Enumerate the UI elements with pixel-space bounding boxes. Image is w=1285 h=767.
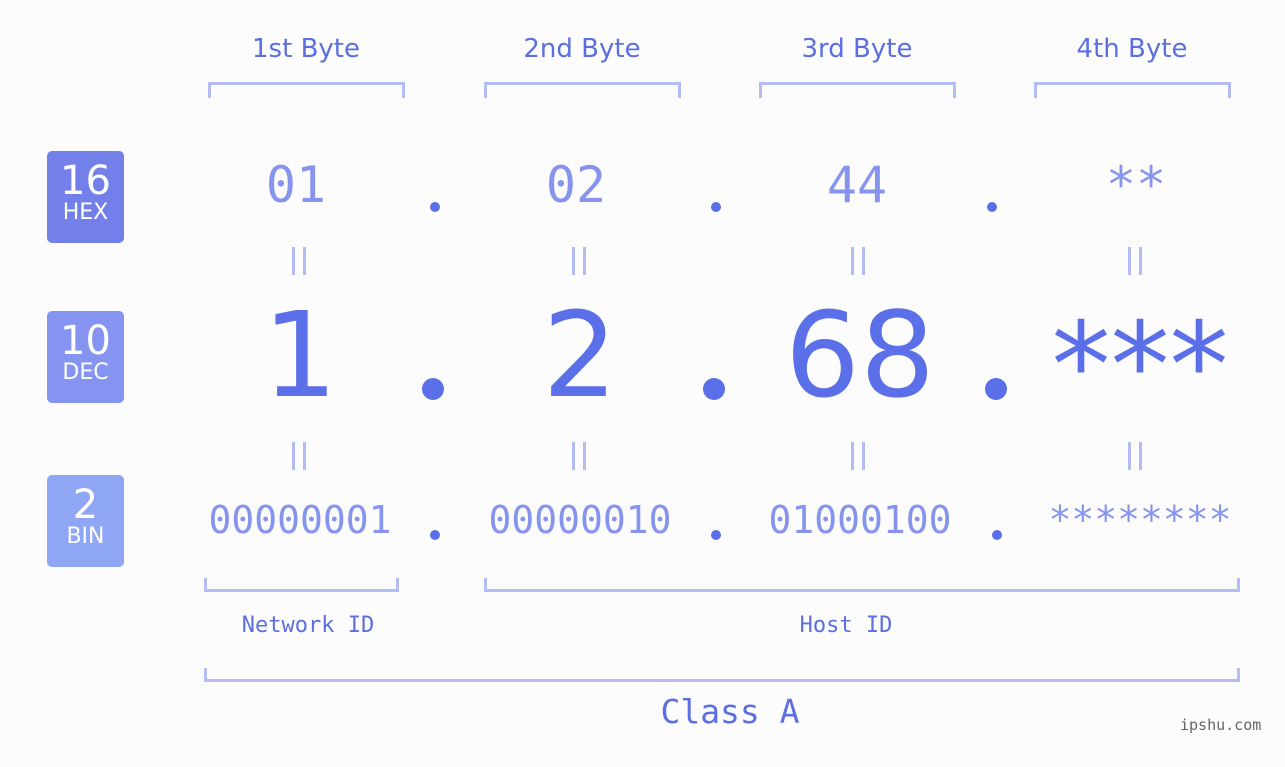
class-bracket	[204, 668, 1240, 682]
equals-icon	[1128, 442, 1142, 470]
dec-byte-2: 2	[542, 286, 618, 424]
equals-icon	[851, 442, 865, 470]
hex-separator-3	[987, 202, 997, 212]
hex-byte-3: 44	[826, 156, 888, 214]
byte-header-1: 1st Byte	[252, 34, 360, 64]
dec-byte-3: 68	[784, 286, 936, 424]
bin-separator-2	[711, 530, 721, 540]
watermark: ipshu.com	[1180, 716, 1262, 734]
bin-base-number: 2	[72, 482, 99, 528]
byte-bracket-2	[484, 82, 681, 98]
host-id-bracket	[484, 578, 1240, 592]
dec-separator-2	[703, 378, 725, 400]
equals-icon	[1128, 247, 1142, 275]
bin-byte-2: 00000010	[488, 498, 672, 542]
bin-byte-3: 01000100	[768, 498, 952, 542]
class-label: Class A	[660, 692, 800, 731]
dec-badge: 10 DEC	[47, 311, 124, 403]
hex-separator-2	[711, 202, 721, 212]
bin-base-label: BIN	[66, 524, 105, 549]
bin-separator-3	[992, 530, 1002, 540]
bin-byte-4: ********	[1048, 498, 1232, 542]
equals-icon	[572, 442, 586, 470]
dec-base-label: DEC	[62, 360, 109, 385]
dec-base-number: 10	[60, 318, 111, 364]
equals-icon	[292, 442, 306, 470]
dec-byte-1: 1	[262, 286, 338, 424]
byte-header-4: 4th Byte	[1076, 34, 1188, 64]
dec-separator-1	[422, 378, 444, 400]
hex-base-number: 16	[60, 158, 111, 204]
byte-header-3: 3rd Byte	[801, 34, 913, 64]
host-id-label: Host ID	[799, 613, 893, 638]
hex-badge: 16 HEX	[47, 151, 124, 243]
hex-base-label: HEX	[62, 200, 109, 225]
byte-bracket-4	[1034, 82, 1231, 98]
hex-byte-2: 02	[545, 156, 607, 214]
network-id-label: Network ID	[241, 613, 375, 638]
equals-icon	[292, 247, 306, 275]
hex-byte-1: 01	[265, 156, 327, 214]
equals-icon	[572, 247, 586, 275]
bin-badge: 2 BIN	[47, 475, 124, 567]
dec-byte-4: ***	[1051, 296, 1229, 434]
byte-bracket-1	[208, 82, 405, 98]
dec-separator-3	[985, 378, 1007, 400]
hex-byte-4: **	[1105, 156, 1167, 214]
network-id-bracket	[204, 578, 399, 592]
byte-header-2: 2nd Byte	[523, 34, 641, 64]
equals-icon	[851, 247, 865, 275]
bin-separator-1	[430, 530, 440, 540]
hex-separator-1	[430, 202, 440, 212]
bin-byte-1: 00000001	[208, 498, 392, 542]
byte-bracket-3	[759, 82, 956, 98]
